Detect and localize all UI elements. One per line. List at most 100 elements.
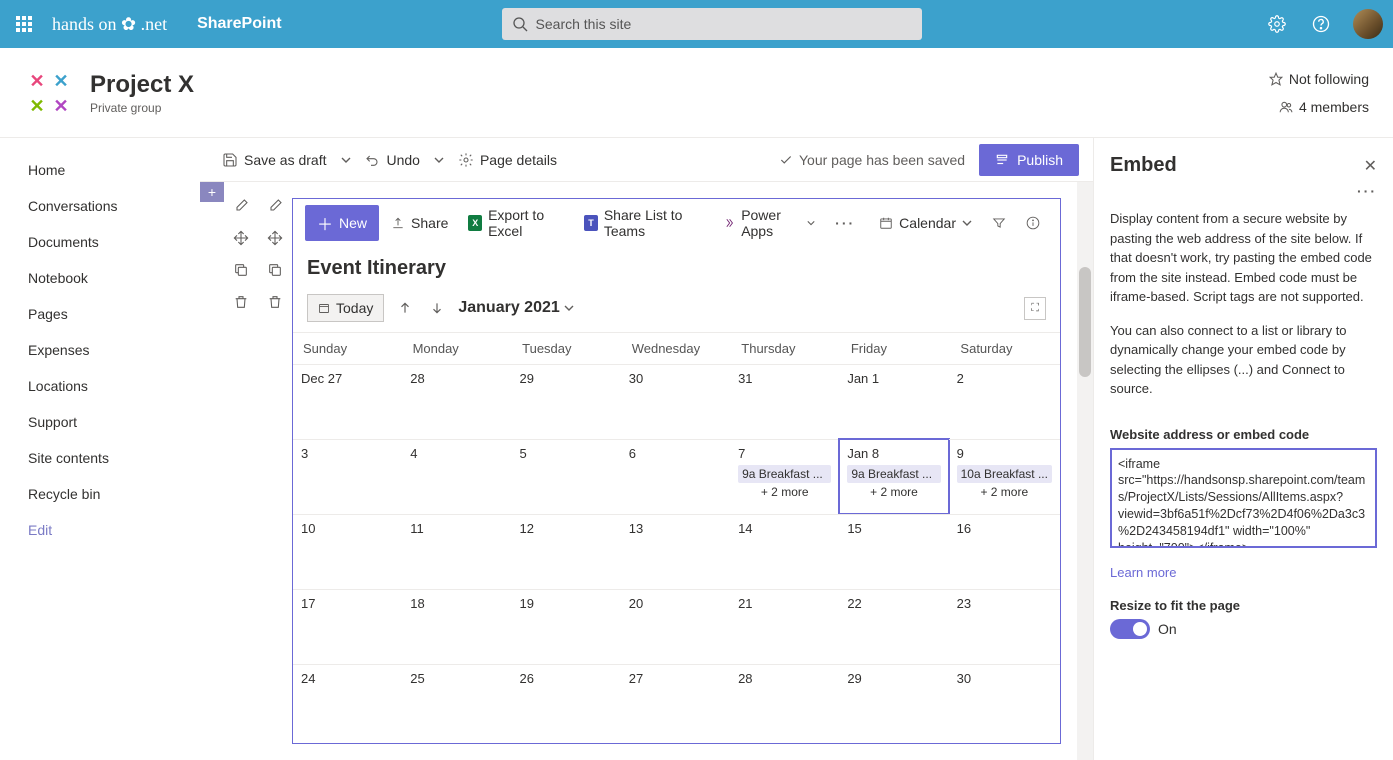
- today-button[interactable]: Today: [307, 294, 384, 322]
- nav-notebook[interactable]: Notebook: [0, 260, 200, 296]
- calendar-cell[interactable]: 6: [621, 439, 730, 514]
- delete-webpart-icon[interactable]: [267, 294, 283, 310]
- calendar-cell[interactable]: 3: [293, 439, 402, 514]
- nav-home[interactable]: Home: [0, 152, 200, 188]
- calendar-cell[interactable]: 13: [621, 514, 730, 589]
- save-dropdown[interactable]: [335, 155, 357, 165]
- calendar-cell[interactable]: 19: [512, 589, 621, 664]
- nav-recycle-bin[interactable]: Recycle bin: [0, 476, 200, 512]
- help-icon[interactable]: [1299, 0, 1343, 48]
- resize-toggle[interactable]: [1110, 619, 1150, 639]
- settings-icon[interactable]: [1255, 0, 1299, 48]
- move-section-icon[interactable]: [233, 230, 249, 246]
- event-chip[interactable]: 9a Breakfast ...: [738, 465, 831, 483]
- calendar-cell[interactable]: 22: [839, 589, 948, 664]
- follow-button[interactable]: Not following: [1269, 71, 1369, 87]
- more-events-link[interactable]: + 2 more: [847, 485, 940, 499]
- calendar-cell[interactable]: 18: [402, 589, 511, 664]
- page-details-button[interactable]: Page details: [450, 148, 565, 172]
- calendar-cell[interactable]: 10: [293, 514, 402, 589]
- calendar-cell[interactable]: 79a Breakfast ...+ 2 more: [730, 439, 839, 514]
- scrollbar-thumb[interactable]: [1079, 267, 1091, 377]
- calendar-cell[interactable]: 27: [621, 664, 730, 739]
- day-number: 28: [410, 371, 503, 386]
- calendar-cell[interactable]: 15: [839, 514, 948, 589]
- calendar-view-button[interactable]: Calendar: [871, 211, 980, 235]
- month-picker[interactable]: January 2021: [458, 299, 573, 317]
- app-name[interactable]: SharePoint: [197, 15, 281, 33]
- nav-conversations[interactable]: Conversations: [0, 188, 200, 224]
- calendar-cell[interactable]: 31: [730, 364, 839, 439]
- calendar-cell[interactable]: 29: [512, 364, 621, 439]
- add-section-button[interactable]: +: [200, 182, 224, 202]
- panel-more-button[interactable]: ···: [1110, 183, 1377, 199]
- calendar-cell[interactable]: 16: [949, 514, 1060, 589]
- calendar-cell[interactable]: 29: [839, 664, 948, 739]
- undo-button[interactable]: Undo: [357, 148, 428, 172]
- scrollbar[interactable]: [1077, 182, 1093, 760]
- nav-pages[interactable]: Pages: [0, 296, 200, 332]
- calendar-cell[interactable]: 23: [949, 589, 1060, 664]
- calendar-cell[interactable]: 21: [730, 589, 839, 664]
- duplicate-section-icon[interactable]: [233, 262, 249, 278]
- calendar-cell[interactable]: Dec 27: [293, 364, 402, 439]
- learn-more-link[interactable]: Learn more: [1110, 565, 1377, 580]
- nav-site-contents[interactable]: Site contents: [0, 440, 200, 476]
- share-teams-button[interactable]: T Share List to Teams: [576, 203, 712, 243]
- calendar-cell[interactable]: 24: [293, 664, 402, 739]
- user-avatar[interactable]: [1353, 9, 1383, 39]
- tenant-brand[interactable]: hands on ✿ .net: [52, 14, 167, 35]
- calendar-cell[interactable]: 25: [402, 664, 511, 739]
- nav-expenses[interactable]: Expenses: [0, 332, 200, 368]
- more-events-link[interactable]: + 2 more: [957, 485, 1052, 499]
- undo-dropdown[interactable]: [428, 155, 450, 165]
- prev-month-button[interactable]: [394, 297, 416, 319]
- search-input[interactable]: Search this site: [502, 8, 922, 40]
- site-logo[interactable]: ✕ ✕ ✕ ✕: [24, 68, 74, 118]
- info-button[interactable]: [1018, 212, 1048, 234]
- nav-locations[interactable]: Locations: [0, 368, 200, 404]
- calendar-cell[interactable]: 28: [402, 364, 511, 439]
- more-actions-button[interactable]: ···: [827, 211, 863, 235]
- calendar-cell[interactable]: 11: [402, 514, 511, 589]
- calendar-cell[interactable]: 910a Breakfast ...+ 2 more: [949, 439, 1060, 514]
- calendar-cell[interactable]: 30: [949, 664, 1060, 739]
- powerapps-button[interactable]: Power Apps: [716, 203, 823, 243]
- filter-button[interactable]: [984, 212, 1014, 234]
- members-button[interactable]: 4 members: [1279, 99, 1369, 115]
- calendar-cell[interactable]: 2: [949, 364, 1060, 439]
- save-draft-button[interactable]: Save as draft: [214, 148, 335, 172]
- calendar-cell[interactable]: 4: [402, 439, 511, 514]
- share-button[interactable]: Share: [383, 211, 456, 235]
- expand-button[interactable]: ⛶: [1024, 297, 1046, 320]
- calendar-cell[interactable]: 26: [512, 664, 621, 739]
- calendar-cell[interactable]: 14: [730, 514, 839, 589]
- export-excel-button[interactable]: X Export to Excel: [460, 203, 572, 243]
- edit-section-icon[interactable]: [233, 198, 249, 214]
- site-title[interactable]: Project X: [90, 71, 194, 99]
- calendar-cell[interactable]: 28: [730, 664, 839, 739]
- more-events-link[interactable]: + 2 more: [738, 485, 831, 499]
- nav-support[interactable]: Support: [0, 404, 200, 440]
- edit-webpart-icon[interactable]: [267, 198, 283, 214]
- calendar-cell[interactable]: 17: [293, 589, 402, 664]
- nav-documents[interactable]: Documents: [0, 224, 200, 260]
- calendar-cell[interactable]: Jan 1: [839, 364, 948, 439]
- calendar-cell[interactable]: 20: [621, 589, 730, 664]
- move-webpart-icon[interactable]: [267, 230, 283, 246]
- next-month-button[interactable]: [426, 297, 448, 319]
- calendar-cell[interactable]: Jan 89a Breakfast ...+ 2 more: [839, 439, 948, 514]
- duplicate-webpart-icon[interactable]: [267, 262, 283, 278]
- app-launcher-icon[interactable]: [0, 0, 48, 48]
- calendar-cell[interactable]: 30: [621, 364, 730, 439]
- calendar-cell[interactable]: 5: [512, 439, 621, 514]
- publish-button[interactable]: Publish: [979, 144, 1079, 176]
- close-icon[interactable]: ✕: [1364, 156, 1377, 176]
- event-chip[interactable]: 10a Breakfast ...: [957, 465, 1052, 483]
- nav-edit[interactable]: Edit: [0, 512, 200, 548]
- calendar-cell[interactable]: 12: [512, 514, 621, 589]
- embed-code-input[interactable]: [1110, 448, 1377, 548]
- delete-section-icon[interactable]: [233, 294, 249, 310]
- new-item-button[interactable]: ＋ New: [305, 205, 379, 241]
- event-chip[interactable]: 9a Breakfast ...: [847, 465, 940, 483]
